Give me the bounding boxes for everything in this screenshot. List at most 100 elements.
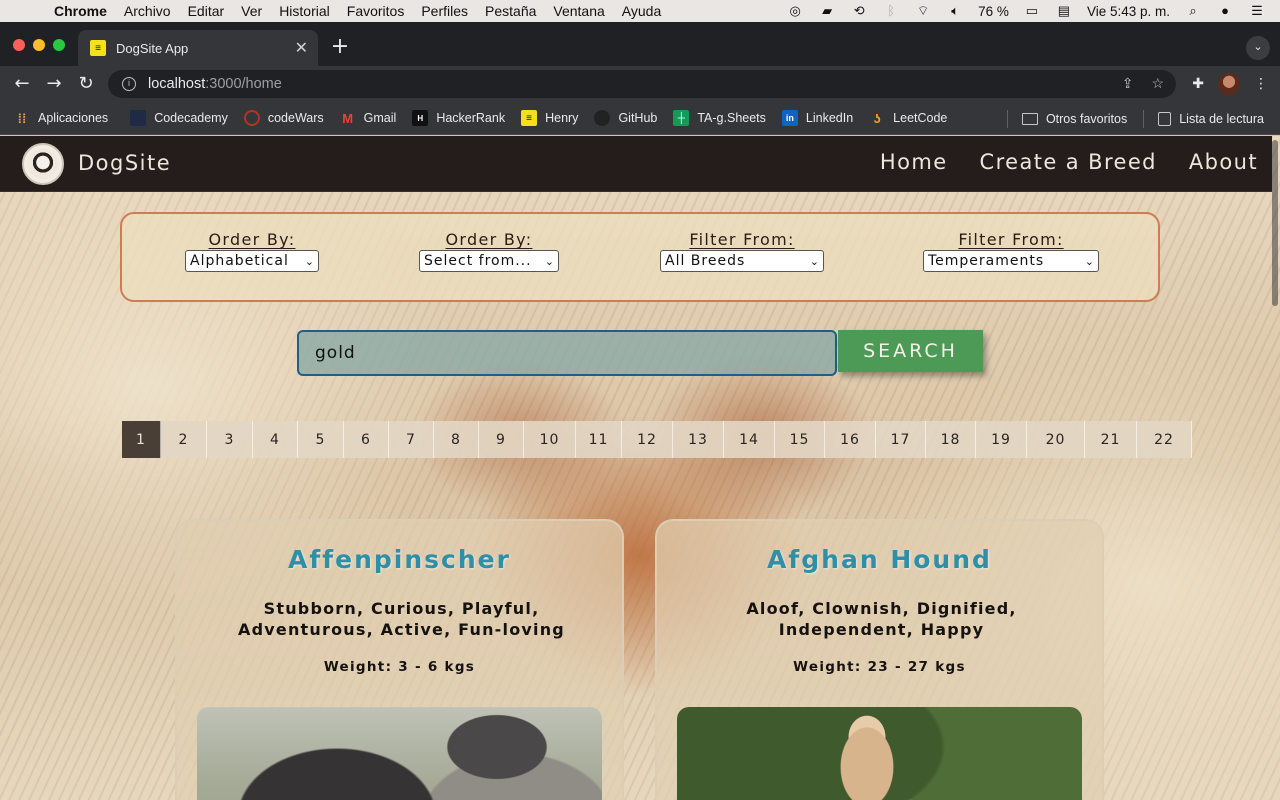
page-button-15[interactable]: 15 — [775, 421, 825, 458]
page-button-22[interactable]: 22 — [1137, 421, 1192, 458]
bookmark-codewars[interactable]: codeWars — [243, 110, 324, 126]
bookmark-star-icon[interactable]: ☆ — [1151, 75, 1164, 92]
page-button-2[interactable]: 2 — [161, 421, 207, 458]
elephant-icon[interactable]: ▰ — [818, 3, 836, 19]
apps-grid-icon: ⁞⁞ — [17, 110, 27, 126]
menu-pestana[interactable]: Pestaña — [485, 3, 536, 19]
dog-logo-icon[interactable] — [22, 143, 64, 185]
order-by-label: Order By: — [445, 230, 533, 249]
volume-icon[interactable]: 🔈︎ — [946, 3, 964, 19]
spotlight-search-icon[interactable]: ⌕ — [1184, 3, 1202, 19]
order-weight-select[interactable]: Select from... ⌄ — [419, 250, 559, 272]
bookmark-henry[interactable]: ≡ Henry — [521, 110, 578, 126]
address-bar[interactable]: i localhost:3000/home ⇪ ☆ — [108, 70, 1176, 98]
bookmark-sheets[interactable]: ┼ TA-g.Sheets — [673, 110, 766, 126]
active-tab[interactable]: ≡ DogSite App ✕ — [78, 30, 318, 66]
order-alphabetical-select[interactable]: Alphabetical ⌄ — [185, 250, 319, 272]
filter-from-label: Filter From: — [958, 230, 1064, 249]
close-window-button[interactable] — [13, 39, 25, 51]
site-navbar: DogSite Home Create a Breed About — [0, 136, 1272, 192]
reading-list-button[interactable]: Lista de lectura — [1158, 111, 1264, 126]
bookmark-hackerrank[interactable]: H HackerRank — [412, 110, 505, 126]
page-button-21[interactable]: 21 — [1085, 421, 1137, 458]
filter-breeds-select[interactable]: All Breeds ⌄ — [660, 250, 824, 272]
bookmark-codecademy[interactable]: Codecademy — [130, 110, 228, 126]
bookmark-linkedin[interactable]: in LinkedIn — [781, 110, 853, 126]
dog-face-icon — [28, 149, 58, 179]
breed-search-input[interactable]: gold — [297, 330, 837, 376]
page-scrollbar[interactable] — [1272, 140, 1278, 306]
zoom-window-button[interactable] — [53, 39, 65, 51]
page-button-19[interactable]: 19 — [976, 421, 1027, 458]
page-button-11[interactable]: 11 — [576, 421, 622, 458]
page-button-6[interactable]: 6 — [344, 421, 389, 458]
page-button-13[interactable]: 13 — [673, 421, 724, 458]
profile-avatar[interactable] — [1218, 73, 1240, 95]
bookmark-leetcode[interactable]: ʖ LeetCode — [869, 110, 948, 126]
breed-name[interactable]: Afghan Hound — [657, 545, 1102, 574]
share-icon[interactable]: ⇪ — [1122, 75, 1134, 92]
bookmark-github[interactable]: GitHub — [594, 110, 657, 126]
breed-name[interactable]: Affenpinscher — [177, 545, 622, 574]
nav-home-link[interactable]: Home — [880, 150, 948, 174]
page-button-8[interactable]: 8 — [434, 421, 479, 458]
site-info-icon[interactable]: i — [122, 77, 136, 91]
breed-card[interactable]: Afghan Hound Aloof, Clownish, Dignified,… — [655, 519, 1104, 800]
breed-photo[interactable] — [197, 707, 602, 800]
order-weight-group: Order By: Select from... ⌄ — [419, 230, 559, 272]
breed-card[interactable]: Affenpinscher Stubborn, Curious, Playful… — [175, 519, 624, 800]
page-button-16[interactable]: 16 — [825, 421, 876, 458]
page-button-18[interactable]: 18 — [926, 421, 976, 458]
forward-arrow-icon[interactable]: → — [42, 72, 66, 96]
bookmark-gmail[interactable]: M Gmail — [340, 110, 396, 126]
page-button-10[interactable]: 10 — [524, 421, 576, 458]
breed-temperament: Stubborn, Curious, Playful, Adventurous,… — [238, 599, 565, 639]
menu-editar[interactable]: Editar — [188, 3, 225, 19]
search-button[interactable]: SEARCH — [838, 330, 983, 372]
page-button-20[interactable]: 20 — [1027, 421, 1085, 458]
screen-record-icon[interactable]: ◎ — [786, 3, 804, 19]
page-button-17[interactable]: 17 — [876, 421, 926, 458]
chrome-menu-icon[interactable]: ⋮ — [1254, 76, 1268, 92]
nav-create-breed-link[interactable]: Create a Breed — [980, 150, 1157, 174]
page-button-1[interactable]: 1 — [122, 421, 161, 458]
time-machine-icon[interactable]: ⟲ — [850, 3, 868, 19]
bluetooth-icon[interactable]: ᛒ — [882, 3, 900, 19]
close-tab-icon[interactable]: ✕ — [295, 38, 308, 58]
breed-photo[interactable] — [677, 707, 1082, 800]
bookmark-other-favorites[interactable]: Otros favoritos — [1021, 111, 1128, 126]
menu-ayuda[interactable]: Ayuda — [622, 3, 661, 19]
menu-perfiles[interactable]: Perfiles — [421, 3, 468, 19]
page-button-4[interactable]: 4 — [253, 421, 298, 458]
page-button-14[interactable]: 14 — [724, 421, 775, 458]
page-button-3[interactable]: 3 — [207, 421, 253, 458]
menu-historial[interactable]: Historial — [279, 3, 330, 19]
page-button-9[interactable]: 9 — [479, 421, 524, 458]
control-center-icon[interactable]: ☰ — [1248, 3, 1266, 19]
extensions-puzzle-icon[interactable]: ✚ — [1192, 76, 1204, 92]
page-button-12[interactable]: 12 — [622, 421, 673, 458]
back-arrow-icon[interactable]: ← — [10, 72, 34, 96]
filter-from-label: Filter From: — [689, 230, 795, 249]
us-flag-icon[interactable]: ▤ — [1055, 3, 1073, 19]
page-button-7[interactable]: 7 — [389, 421, 434, 458]
nav-about-link[interactable]: About — [1189, 150, 1258, 174]
menu-favoritos[interactable]: Favoritos — [347, 3, 405, 19]
other-favorites-label: Otros favoritos — [1045, 111, 1128, 126]
menu-ver[interactable]: Ver — [241, 3, 262, 19]
new-tab-button[interactable]: + — [328, 36, 352, 60]
menu-app-name[interactable]: Chrome — [54, 3, 107, 19]
siri-icon[interactable]: ● — [1216, 3, 1234, 19]
minimize-window-button[interactable] — [33, 39, 45, 51]
battery-icon[interactable]: ▭ — [1023, 3, 1041, 19]
menu-ventana[interactable]: Ventana — [553, 3, 604, 19]
menu-archivo[interactable]: Archivo — [124, 3, 171, 19]
reload-icon[interactable]: ↻ — [74, 72, 98, 96]
tab-search-chevron-icon[interactable]: ⌄ — [1246, 36, 1270, 60]
site-brand[interactable]: DogSite — [78, 151, 171, 175]
wifi-icon[interactable]: ⌔ — [914, 3, 932, 19]
bookmark-aplicaciones[interactable]: ⁞⁞ Aplicaciones — [14, 110, 109, 126]
page-button-5[interactable]: 5 — [298, 421, 344, 458]
menu-clock[interactable]: Vie 5:43 p. m. — [1087, 4, 1170, 19]
filter-temperament-select[interactable]: Temperaments ⌄ — [923, 250, 1099, 272]
